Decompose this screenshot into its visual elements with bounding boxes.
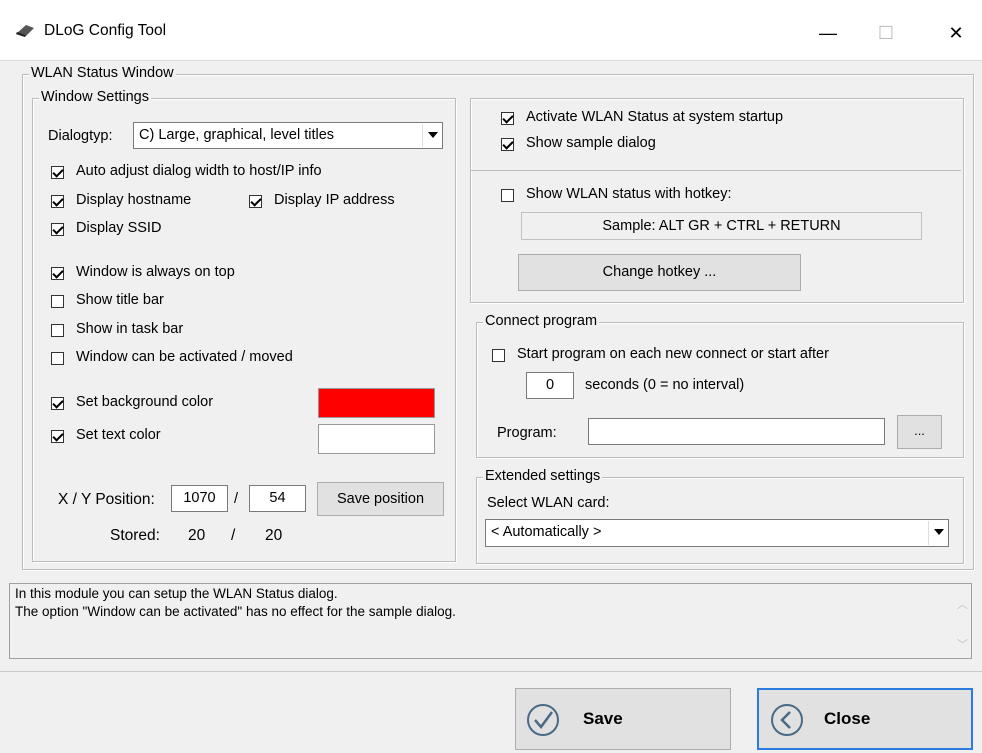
auto-adjust-label: Auto adjust dialog width to host/IP info [76,163,322,179]
save-position-button[interactable]: Save position [317,482,444,516]
display-hostname-label: Display hostname [76,192,192,208]
activate-startup-checkbox[interactable] [501,112,514,125]
start-program-checkbox[interactable] [492,349,505,362]
seconds-label: seconds (0 = no interval) [585,377,745,393]
show-in-task-bar-label: Show in task bar [76,321,184,337]
bg-color-swatch[interactable] [318,388,435,418]
change-hotkey-button[interactable]: Change hotkey ... [518,254,801,291]
close-window-button[interactable]: ✕ [936,18,976,48]
text-color-swatch[interactable] [318,424,435,454]
show-hotkey-label: Show WLAN status with hotkey: [526,186,732,202]
display-ssid-checkbox[interactable] [51,223,64,236]
app-icon [16,25,34,37]
display-ip-checkbox[interactable] [249,195,262,208]
info-scrollbar[interactable]: ︿ ﹀ [953,584,971,658]
display-hostname-checkbox[interactable] [51,195,64,208]
panel-divider [471,170,961,171]
footer-divider [0,671,982,672]
dialogtyp-value: C) Large, graphical, level titles [139,127,335,143]
program-path-input[interactable] [588,418,885,445]
set-text-color-label: Set text color [76,427,161,443]
y-position-input[interactable]: 54 [249,485,306,512]
group-legend: Window Settings [39,89,151,105]
show-title-bar-checkbox[interactable] [51,295,64,308]
browse-button[interactable]: ... [897,415,942,449]
set-text-color-checkbox[interactable] [51,430,64,443]
group-legend: Extended settings [483,468,603,484]
stored-x-value: 20 [188,527,206,544]
wlan-card-select[interactable]: < Automatically > [485,519,949,547]
set-bg-color-checkbox[interactable] [51,397,64,410]
save-button[interactable]: Save [515,688,731,750]
show-sample-checkbox[interactable] [501,138,514,151]
stored-y-value: 20 [265,527,283,544]
show-hotkey-checkbox[interactable] [501,189,514,202]
xy-position-label: X / Y Position: [58,491,155,508]
position-separator: / [234,491,239,507]
maximize-button[interactable]: ☐ [866,18,906,48]
always-on-top-label: Window is always on top [76,264,235,280]
show-in-task-bar-checkbox[interactable] [51,324,64,337]
set-bg-color-label: Set background color [76,394,214,410]
save-label: Save [583,709,623,728]
info-line-2: The option "Window can be activated" has… [15,604,456,619]
stored-label: Stored: [110,527,160,544]
group-legend: Connect program [483,313,600,329]
group-legend: WLAN Status Window [29,65,176,81]
always-on-top-checkbox[interactable] [51,267,64,280]
title-bar[interactable]: DLoG Config Tool — ☐ ✕ [0,0,982,61]
x-position-input[interactable]: 1070 [171,485,228,512]
show-sample-label: Show sample dialog [526,135,656,151]
dialogtyp-label: Dialogtyp: [48,128,113,144]
stored-separator: / [231,527,236,544]
select-card-label: Select WLAN card: [487,495,610,511]
chevron-down-icon[interactable] [422,124,441,147]
display-ip-label: Display IP address [274,192,395,208]
chevron-down-icon[interactable] [928,521,947,545]
close-button[interactable]: Close [757,688,973,750]
activate-startup-label: Activate WLAN Status at system startup [526,109,784,125]
wlan-card-value: < Automatically > [491,524,602,540]
window-title: DLoG Config Tool [44,22,167,39]
can-be-activated-label: Window can be activated / moved [76,349,293,365]
info-line-1: In this module you can setup the WLAN St… [15,586,338,601]
seconds-input[interactable]: 0 [526,372,574,399]
scroll-down-icon[interactable]: ﹀ [957,636,968,652]
info-textarea[interactable]: In this module you can setup the WLAN St… [9,583,972,659]
start-program-label: Start program on each new connect or sta… [517,346,829,362]
can-be-activated-checkbox[interactable] [51,352,64,365]
back-circle-icon [771,704,803,736]
sample-hotkey-display: Sample: ALT GR + CTRL + RETURN [521,212,922,240]
program-label: Program: [497,425,557,441]
show-title-bar-label: Show title bar [76,292,164,308]
scroll-up-icon[interactable]: ︿ [957,596,968,612]
auto-adjust-checkbox[interactable] [51,166,64,179]
check-circle-icon [527,704,559,736]
close-label: Close [824,709,871,728]
minimize-button[interactable]: — [808,18,848,48]
dialogtyp-select[interactable]: C) Large, graphical, level titles [133,122,443,149]
display-ssid-label: Display SSID [76,220,162,236]
